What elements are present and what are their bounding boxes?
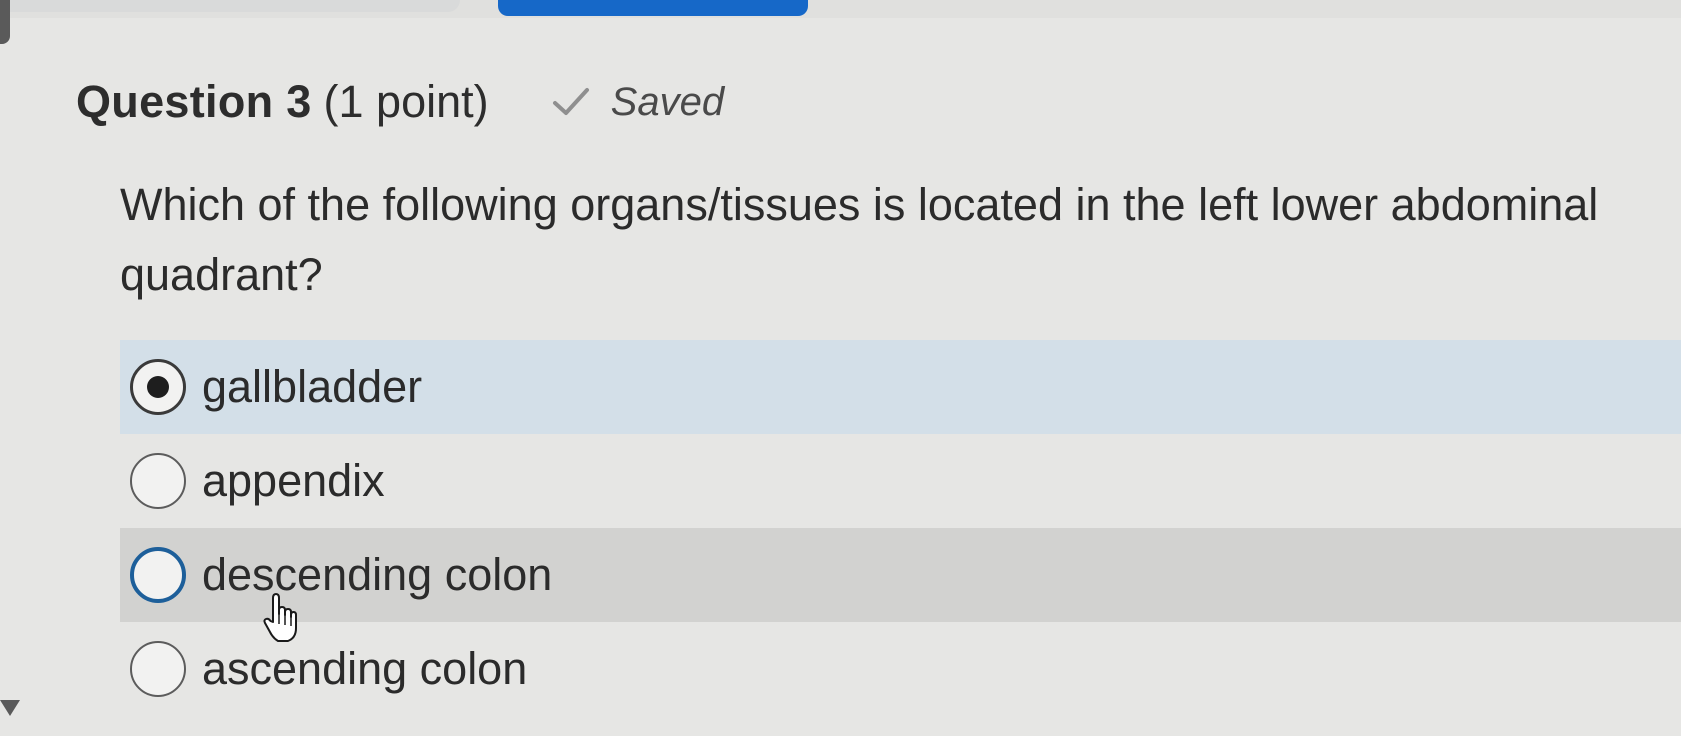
radio-button-checked[interactable] xyxy=(130,359,186,415)
question-header: Question 3 (1 point) Saved xyxy=(76,72,724,132)
option-label: descending colon xyxy=(202,549,553,600)
option-gallbladder[interactable]: gallbladder xyxy=(120,340,1681,434)
check-icon xyxy=(552,88,589,115)
saved-indicator: Saved xyxy=(551,80,724,125)
option-label: appendix xyxy=(202,455,385,506)
option-label: ascending colon xyxy=(202,643,528,694)
collapse-arrow-icon[interactable] xyxy=(0,700,20,716)
radio-button-focused[interactable] xyxy=(130,547,186,603)
option-descending-colon[interactable]: descending colon xyxy=(120,528,1681,622)
top-action-button[interactable] xyxy=(498,0,808,16)
option-appendix[interactable]: appendix xyxy=(120,434,1681,528)
saved-status: Saved xyxy=(610,79,725,124)
radio-button[interactable] xyxy=(130,453,186,509)
hand-pointer-icon xyxy=(263,593,297,642)
radio-button[interactable] xyxy=(130,641,186,697)
question-prompt: Which of the following organs/tissues is… xyxy=(120,179,1599,300)
option-ascending-colon[interactable]: ascending colon xyxy=(120,622,1681,716)
question-points: (1 point) xyxy=(323,76,489,127)
option-label: gallbladder xyxy=(202,361,423,412)
top-tab[interactable] xyxy=(0,0,460,12)
left-edge-marker xyxy=(0,0,10,44)
answer-options: gallbladder appendix descending colon as… xyxy=(120,340,1681,716)
question-title: Question 3 xyxy=(76,76,312,127)
